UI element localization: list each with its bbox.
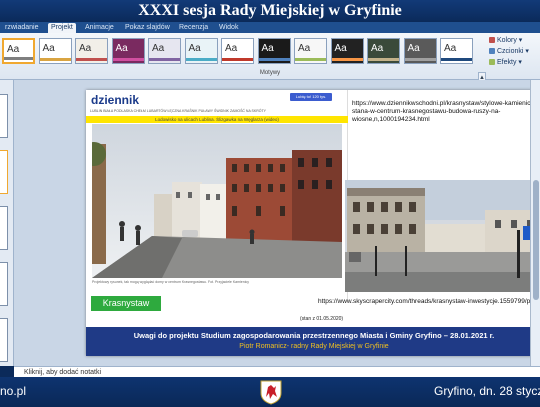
theme-sample-text: Aa <box>79 43 92 54</box>
theme-thumbnail[interactable]: Aa <box>330 38 364 64</box>
theme-sample-text: Aa <box>42 43 55 54</box>
tab-design[interactable]: Projekt <box>48 23 76 33</box>
theme-thumbnail[interactable]: Aa <box>440 38 473 64</box>
theme-thumbnail[interactable]: Aa <box>367 38 400 64</box>
news-logo: dziennik <box>91 93 140 107</box>
slide-thumbnail[interactable] <box>0 318 8 362</box>
tab-animations[interactable]: Animacje <box>82 23 117 33</box>
theme-sample-text: Aa <box>225 43 238 54</box>
theme-color-stripe <box>441 58 472 61</box>
theme-color-stripe <box>331 58 363 61</box>
source-url-2: https://www.skyscrapercity.com/threads/k… <box>318 298 538 305</box>
theme-sample-text: Aa <box>7 44 20 55</box>
tab-slideshow-prep[interactable]: rzwiadanie <box>2 23 41 33</box>
news-nav: LUBLIN BIAŁA PODLASKA CHEŁM LUBARTÓW ŁĘC… <box>90 109 266 113</box>
theme-sample-text: Aa <box>261 43 274 54</box>
theme-color-stripe <box>222 58 253 61</box>
news-banner: Lodowisko na ulicach Lublina. Ślizgawka … <box>86 116 348 123</box>
theme-color-stripe <box>295 58 326 61</box>
theme-thumbnail[interactable]: Aa <box>2 38 35 64</box>
slide-thumbnails <box>0 80 14 366</box>
fonts-icon <box>489 48 495 55</box>
theme-thumbnail[interactable]: Aa <box>257 38 291 64</box>
source-url-1: https://www.dziennikwschodni.pl/krasnyst… <box>352 100 537 123</box>
current-slide[interactable]: dziennik Lubię to! 120 tys. LUBLIN BIAŁA… <box>86 90 540 356</box>
theme-color-stripe <box>404 58 436 61</box>
screen: XXXI sesja Rady Miejskiej w Gryfinie rzw… <box>0 0 540 407</box>
theme-thumbnail[interactable]: Aa <box>221 38 254 64</box>
slide-footer: Uwagi do projektu Studium zagospodarowan… <box>86 327 540 356</box>
broadcast-site: no.pl <box>0 384 27 398</box>
theme-color-stripe <box>39 58 71 61</box>
facebook-like-badge: Lubię to! 120 tys. <box>290 93 332 101</box>
theme-sample-text: Aa <box>115 43 128 54</box>
broadcast-location-date: Gryfino, dn. 28 styczn <box>434 384 540 398</box>
photo-date-note: (stan z 01.05.2020) <box>300 316 344 322</box>
theme-sample-text: Aa <box>152 43 165 54</box>
slide-footer-title: Uwagi do projektu Studium zagospodarowan… <box>133 331 495 340</box>
theme-sample-text: Aa <box>444 43 457 54</box>
scrollbar-thumb[interactable] <box>533 180 539 300</box>
image-caption: Projektowy rysunek, tak mogą wyglądać do… <box>92 280 249 284</box>
tab-review[interactable]: Recenzja <box>176 23 211 33</box>
fonts-button[interactable]: Czcionki ▾ <box>489 47 529 55</box>
theme-sample-text: Aa <box>334 43 347 54</box>
theme-thumbnail[interactable]: Aa <box>148 38 181 64</box>
slide-thumbnail[interactable] <box>0 206 8 250</box>
theme-thumbnail[interactable]: Aa <box>111 38 145 64</box>
theme-thumbnail[interactable]: Aa <box>75 38 108 64</box>
theme-thumbnail[interactable]: Aa <box>184 38 218 64</box>
theme-sample-text: Aa <box>371 43 384 54</box>
colors-button[interactable]: Kolory ▾ <box>489 36 522 44</box>
theme-sample-text: Aa <box>407 43 420 54</box>
theme-color-stripe <box>4 57 33 60</box>
theme-color-stripe <box>76 58 107 61</box>
broadcast-title: XXXI sesja Rady Miejskiej w Gryfinie <box>0 0 540 22</box>
news-screenshot: dziennik Lubię to! 120 tys. LUBLIN BIAŁA… <box>86 90 348 300</box>
theme-color-stripe <box>149 58 180 61</box>
vertical-scrollbar[interactable] <box>530 80 540 366</box>
location-tag: Krasnystaw <box>91 296 161 311</box>
theme-color-stripe <box>185 58 217 61</box>
theme-color-stripe <box>258 58 290 61</box>
ribbon-tab-bar: rzwiadanie Projekt Animacje Pokaz slajdó… <box>0 22 540 33</box>
theme-thumbnail[interactable]: Aa <box>403 38 437 64</box>
theme-sample-text: Aa <box>188 43 201 54</box>
slide-thumbnail[interactable] <box>0 150 8 194</box>
notes-field[interactable]: Kliknij, aby dodać notatki <box>14 366 540 377</box>
tab-view[interactable]: Widok <box>216 23 241 33</box>
slide-thumbnail[interactable] <box>0 262 8 306</box>
effects-icon <box>489 59 495 66</box>
theme-thumbnail[interactable]: Aa <box>294 38 327 64</box>
theme-sample-text: Aa <box>298 43 311 54</box>
rendering-image <box>92 124 342 278</box>
broadcast-footer: no.pl Gryfino, dn. 28 styczn <box>0 377 540 407</box>
ribbon-group-label: Motywy <box>259 70 281 76</box>
slide-thumbnail[interactable] <box>0 94 8 138</box>
slide-footer-author: Piotr Romanicz- radny Rady Miejskiej w G… <box>239 343 389 350</box>
current-state-photo <box>345 180 540 292</box>
theme-color-stripe <box>112 58 144 61</box>
theme-thumbnail[interactable]: Aa <box>38 38 72 64</box>
theme-color-stripe <box>368 58 399 61</box>
tab-slideshow[interactable]: Pokaz slajdów <box>122 23 173 33</box>
gryfino-crest-icon <box>260 380 282 405</box>
effects-button[interactable]: Efekty ▾ <box>489 58 522 66</box>
colors-icon <box>489 37 495 44</box>
